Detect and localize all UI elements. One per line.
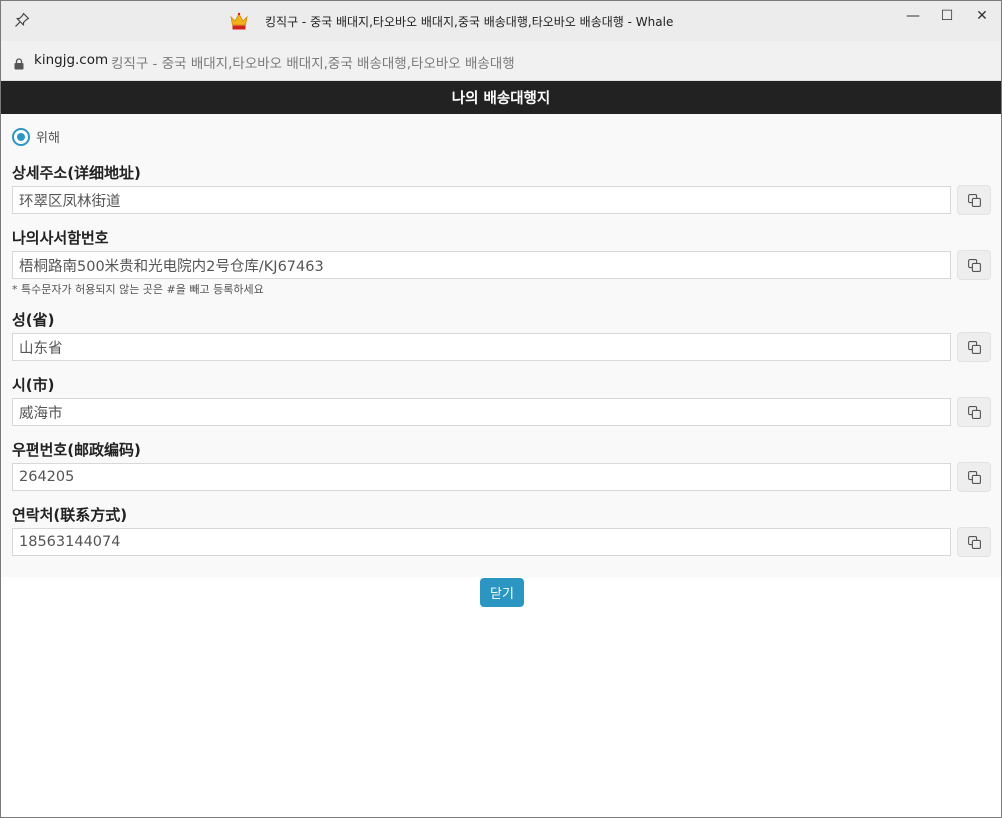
maximize-button[interactable]: ☐ xyxy=(930,5,964,27)
browser-window: 킹직구 - 중국 배대지,타오바오 배대지,중국 배송대행,타오바오 배송대행 … xyxy=(0,0,1002,818)
close-window-button[interactable]: ✕ xyxy=(965,5,999,27)
copy-detail-address-button[interactable] xyxy=(957,185,991,215)
title-bar: 킹직구 - 중국 배대지,타오바오 배대지,중국 배송대행,타오바오 배송대행 … xyxy=(1,1,1001,41)
pin-icon[interactable] xyxy=(13,11,31,29)
field-label-city: 시(市) xyxy=(12,376,55,394)
field-label-detail-address: 상세주소(详细地址) xyxy=(12,164,141,182)
address-host: kingjg.com xyxy=(34,52,109,68)
copy-province-button[interactable] xyxy=(957,332,991,362)
province-field[interactable]: 山东省 xyxy=(12,333,951,361)
modal-body: 위해 상세주소(详细地址) 环翠区凤林街道 나의사서함번호 梧桐路南500米贵和… xyxy=(1,114,1001,577)
copy-mailbox-number-button[interactable] xyxy=(957,250,991,280)
field-label-postal-code: 우편번호(邮政编码) xyxy=(12,441,141,459)
site-crown-icon xyxy=(229,11,249,31)
contact-field[interactable]: 18563144074 xyxy=(12,528,951,556)
address-bar[interactable]: kingjg.com 킹직구 - 중국 배대지,타오바오 배대지,중국 배송대행… xyxy=(1,41,1001,81)
title-area: 킹직구 - 중국 배대지,타오바오 배대지,중국 배송대행,타오바오 배송대행 … xyxy=(229,10,673,32)
postal-code-field[interactable]: 264205 xyxy=(12,463,951,491)
minimize-button[interactable]: — xyxy=(896,5,930,27)
special-character-note: * 특수문자가 허용되지 않는 곳은 #을 빼고 등록하세요 xyxy=(12,283,264,296)
copy-icon xyxy=(967,535,981,549)
modal-title: 나의 배송대행지 xyxy=(451,91,551,107)
copy-postal-code-button[interactable] xyxy=(957,462,991,492)
copy-city-button[interactable] xyxy=(957,397,991,427)
close-modal-button[interactable]: 닫기 xyxy=(480,578,524,607)
copy-icon xyxy=(967,193,981,207)
field-label-province: 성(省) xyxy=(12,311,55,329)
detail-address-field[interactable]: 环翠区凤林街道 xyxy=(12,186,951,214)
field-label-mailbox-number: 나의사서함번호 xyxy=(12,229,109,247)
copy-icon xyxy=(967,405,981,419)
warehouse-radio-option[interactable]: 위해 xyxy=(12,127,60,146)
window-title: 킹직구 - 중국 배대지,타오바오 배대지,중국 배송대행,타오바오 배송대행 … xyxy=(265,14,674,29)
lock-icon xyxy=(14,55,24,70)
city-field[interactable]: 威海市 xyxy=(12,398,951,426)
radio-button[interactable] xyxy=(12,127,30,146)
radio-label: 위해 xyxy=(36,131,60,146)
copy-icon xyxy=(967,470,981,484)
copy-contact-button[interactable] xyxy=(957,527,991,557)
modal-header: 나의 배송대행지 xyxy=(1,81,1001,114)
copy-icon xyxy=(967,340,981,354)
radio-selected-dot xyxy=(17,132,25,141)
mailbox-number-field[interactable]: 梧桐路南500米贵和光电院内2号仓库/KJ67463 xyxy=(12,251,951,279)
address-page-title: 킹직구 - 중국 배대지,타오바오 배대지,중국 배송대행,타오바오 배송대행 xyxy=(111,56,515,72)
copy-icon xyxy=(967,258,981,272)
field-label-contact: 연락처(联系方式) xyxy=(12,506,128,524)
